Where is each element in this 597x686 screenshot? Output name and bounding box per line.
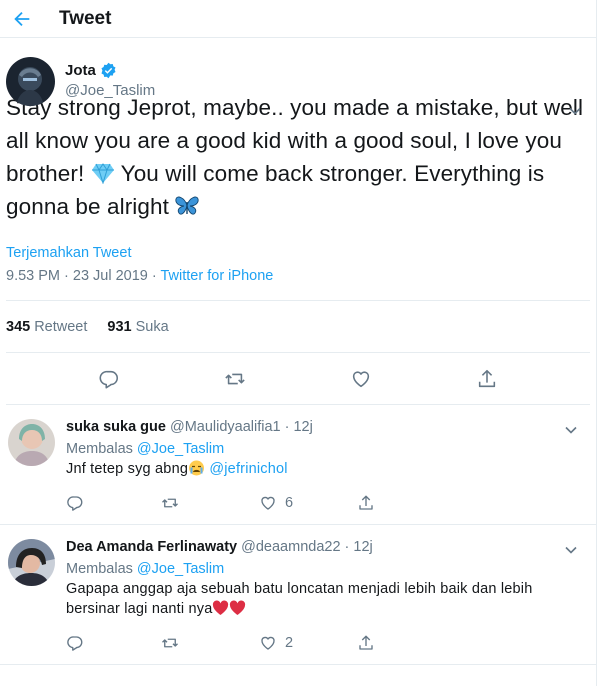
retweet-label: Retweet [34,318,88,335]
retweet-icon [162,498,178,508]
heart-icon [261,636,275,650]
header: Tweet [0,0,596,38]
like-count: 6 [285,495,294,511]
reply-icon [67,636,83,651]
tweet-timestamp[interactable]: 9.53 PM · 23 Jul 2019 · [6,268,161,284]
tweet-stats: 345 Retweet 931 Suka [6,301,590,353]
red-heart-emoji-icon [212,600,229,616]
butterfly-emoji-icon [175,193,199,215]
reply-button[interactable] [66,494,161,512]
reply-header: suka suka gue @Maulidyaalifia1 · 12j [66,419,588,435]
like-button[interactable]: 6 [259,494,357,512]
like-stat[interactable]: 931 Suka [107,319,168,335]
replying-prefix: Membalas [66,441,137,457]
avatar[interactable] [8,419,55,466]
retweet-count: 345 [6,318,31,335]
reply-text: Gapapa anggap aja sebuah batu loncatan m… [66,579,588,619]
share-button[interactable] [357,494,455,512]
reply-text-body: Jnf tetep syg abng [66,461,189,477]
like-label: Suka [135,318,169,335]
reply-header: Dea Amanda Ferlinawaty @deaamnda22 · 12j [66,539,588,555]
replying-to-link[interactable]: @Joe_Taslim [137,561,224,577]
retweet-stat[interactable]: 345 Retweet [6,319,87,335]
mention-link[interactable]: @jefrinichol [205,461,288,477]
reply-icon [67,496,83,511]
back-button[interactable] [2,0,42,38]
tweet-page: Tweet Jota @Joe_Taslim Stay strong Jepro… [0,0,597,686]
share-icon [478,369,496,387]
chevron-down-icon[interactable] [564,543,578,557]
main-tweet: Jota @Joe_Taslim Stay strong Jeprot, may… [0,38,596,405]
retweet-button[interactable] [161,634,259,652]
reply-tweet[interactable]: Dea Amanda Ferlinawaty @deaamnda22 · 12j… [0,525,596,665]
retweet-button[interactable] [161,494,259,512]
reply-text: Jnf tetep syg abng @jefrinichol [66,459,588,479]
replying-to: Membalas @Joe_Taslim [66,561,588,577]
share-button[interactable] [357,634,455,652]
like-button[interactable]: 2 [259,634,357,652]
crying-face-emoji-icon [188,460,205,476]
share-icon [359,495,373,510]
reply-button[interactable] [98,368,120,390]
reply-tweet[interactable]: suka suka gue @Maulidyaalifia1 · 12j Mem… [0,405,596,525]
tweet-meta: 9.53 PM · 23 Jul 2019 · Twitter for iPho… [6,268,590,301]
chevron-down-icon[interactable] [568,104,582,118]
avatar[interactable] [6,57,55,106]
reply-icon [99,370,119,388]
author-handle[interactable]: @Joe_Taslim [65,82,155,99]
reply-button[interactable] [66,634,161,652]
arrow-left-icon [14,11,30,26]
reply-author-name[interactable]: suka suka gue [66,419,166,435]
reply-text-body: Gapapa anggap aja sebuah batu loncatan m… [66,581,533,617]
translate-tweet-link[interactable]: Terjemahkan Tweet [6,245,590,261]
reply-author-handle[interactable]: @deaamnda22 · 12j [241,539,373,555]
heart-icon [352,370,370,387]
tweet-actions [6,353,590,405]
replying-to-link[interactable]: @Joe_Taslim [137,441,224,457]
like-button[interactable] [350,368,372,390]
heart-icon [261,496,275,510]
replying-prefix: Membalas [66,561,137,577]
like-count: 931 [107,318,132,335]
reply-actions: 2 [66,623,588,663]
author-name[interactable]: Jota [65,62,96,79]
retweet-icon [225,373,245,384]
gem-emoji-icon [91,160,115,185]
share-button[interactable] [476,368,498,390]
replying-to: Membalas @Joe_Taslim [66,441,588,457]
retweet-icon [162,638,178,648]
page-title: Tweet [59,7,112,29]
tweet-author: Jota @Joe_Taslim [6,38,590,138]
reply-author-handle[interactable]: @Maulidyaalifia1 · 12j [170,419,313,435]
reply-author-name[interactable]: Dea Amanda Ferlinawaty [66,539,237,555]
verified-badge-icon [101,62,116,79]
red-heart-emoji-icon [229,600,246,616]
share-icon [359,635,373,650]
like-count: 2 [285,635,294,651]
tweet-source-link[interactable]: Twitter for iPhone [161,268,274,284]
reply-actions: 6 [66,483,588,523]
chevron-down-icon[interactable] [564,423,578,437]
avatar[interactable] [8,539,55,586]
retweet-button[interactable] [224,368,246,390]
